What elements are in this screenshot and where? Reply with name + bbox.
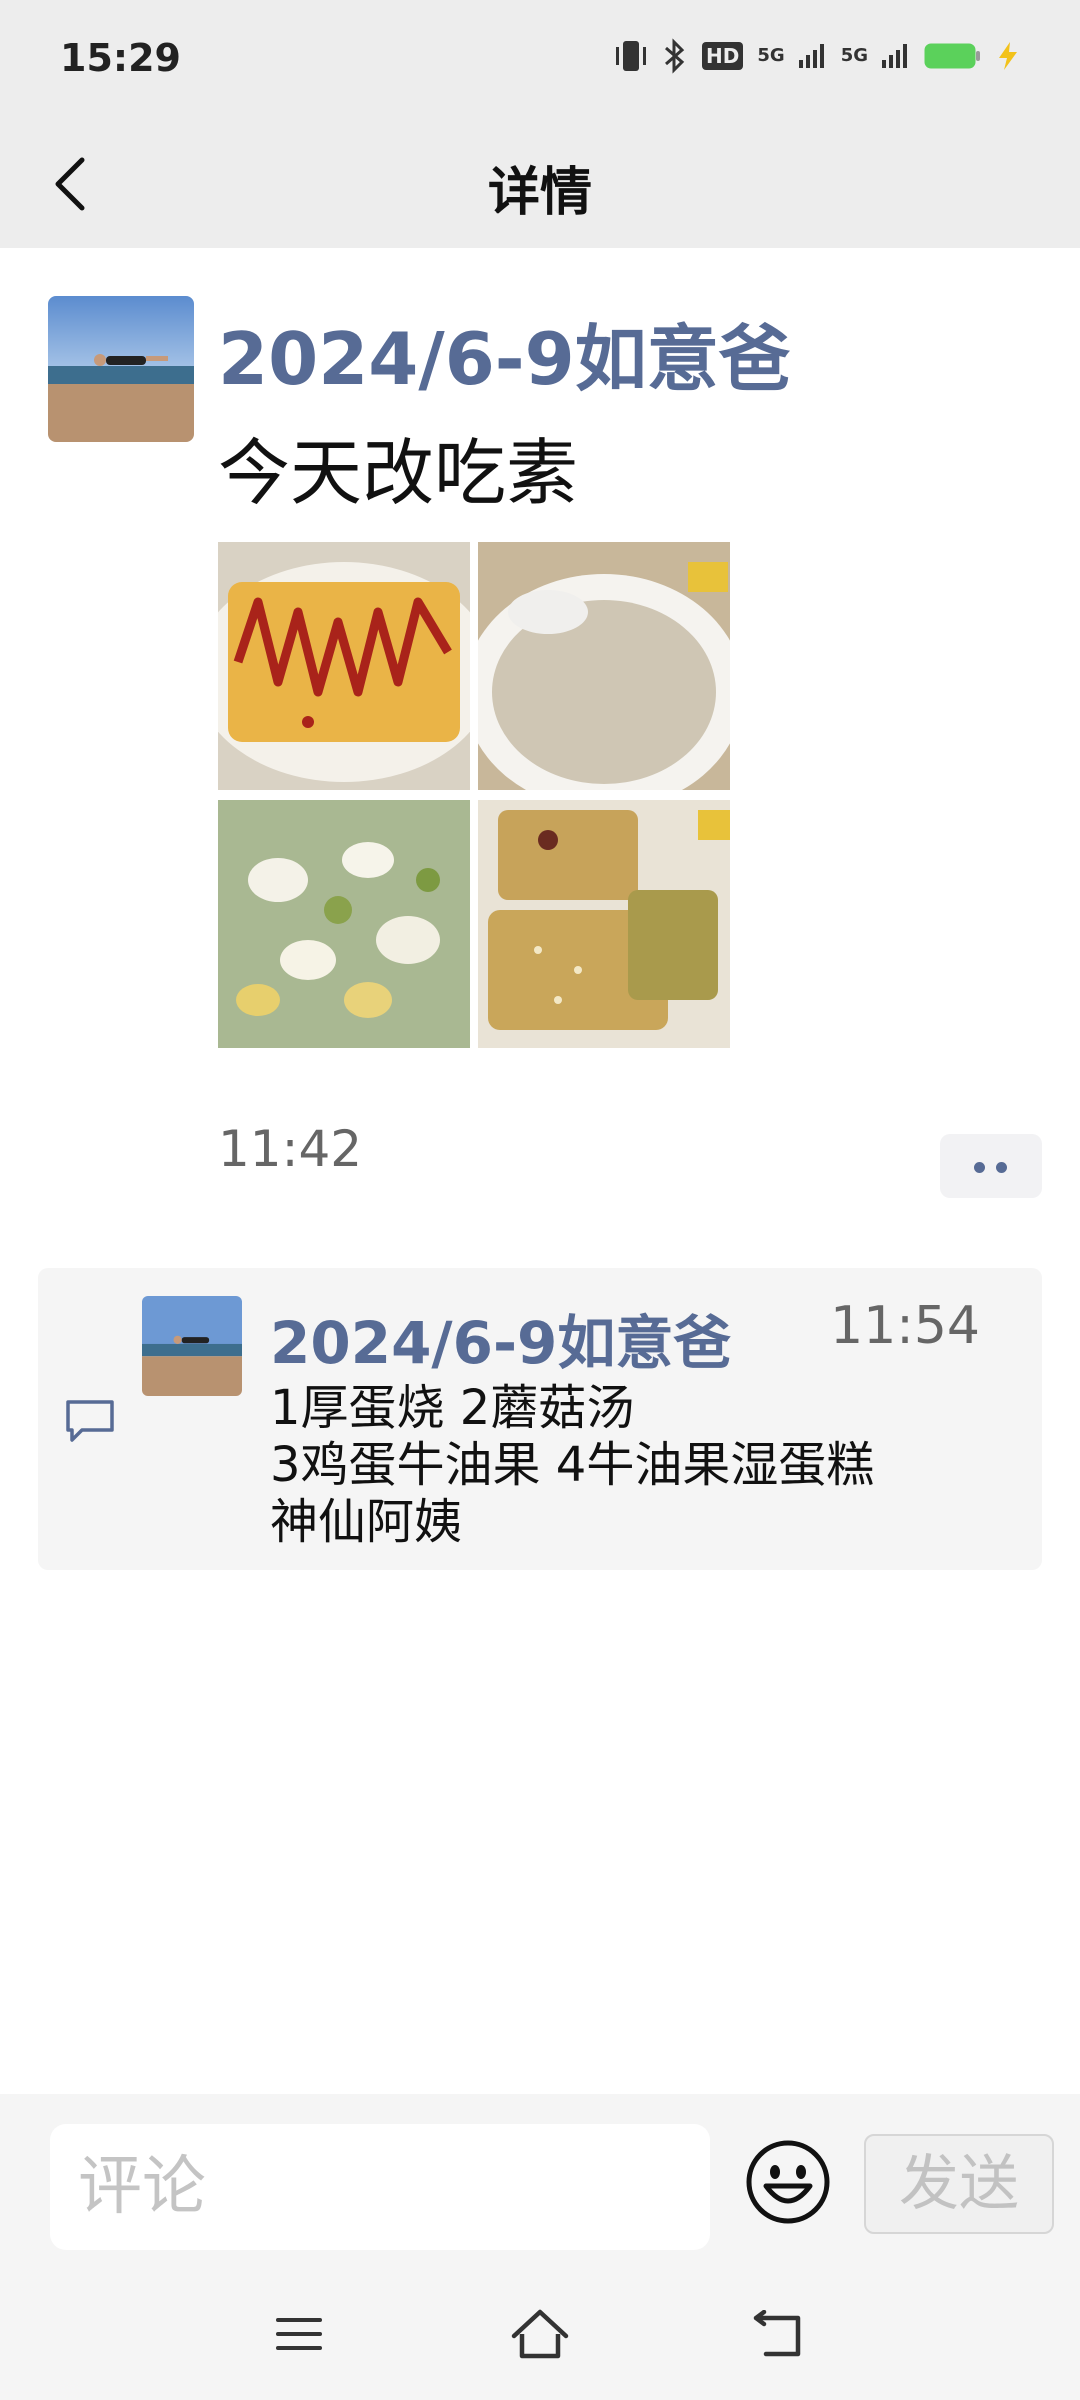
comment-text: 1厚蛋烧 2蘑菇汤 3鸡蛋牛油果 4牛油果湿蛋糕 神仙阿姨 <box>270 1380 875 1550</box>
battery-icon <box>924 43 980 69</box>
more-actions-button[interactable] <box>940 1134 1042 1198</box>
comment-box: 2024/6-9如意爸 11:54 1厚蛋烧 2蘑菇汤 3鸡蛋牛油果 4牛油果湿… <box>38 1268 1042 1570</box>
page-title: 详情 <box>487 163 592 223</box>
title-bar: 详情 <box>0 120 1080 248</box>
home-icon[interactable] <box>508 2306 572 2362</box>
signal-icon <box>798 44 824 68</box>
post-author-name[interactable]: 2024/6-9如意爸 <box>218 300 791 405</box>
comment-avatar[interactable] <box>142 1296 242 1396</box>
menu-icon[interactable] <box>276 2314 322 2354</box>
signal-5g-label: 5G <box>757 45 785 66</box>
bluetooth-icon <box>665 38 685 74</box>
post-text: 今天改吃素 <box>218 431 579 515</box>
comment-icon <box>66 1400 114 1442</box>
emoji-icon[interactable] <box>744 2138 832 2226</box>
return-icon[interactable] <box>752 2310 806 2360</box>
send-button[interactable]: 发送 <box>864 2134 1054 2234</box>
status-time: 15:29 <box>60 36 181 80</box>
avatar[interactable] <box>48 296 194 442</box>
photo-grid <box>218 542 730 1048</box>
status-bar: 15:29 HD 5G 5G <box>0 0 1080 120</box>
photo-omelette-roll[interactable] <box>218 542 470 790</box>
photo-egg-avocado-salad[interactable] <box>218 800 470 1048</box>
photo-mushroom-soup[interactable] <box>478 542 730 790</box>
signal-5g-label-2: 5G <box>840 45 868 66</box>
photo-avocado-cake[interactable] <box>478 800 730 1048</box>
charging-icon <box>999 42 1017 70</box>
status-icons: HD 5G 5G <box>614 38 1020 74</box>
post-time: 11:42 <box>218 1120 363 1178</box>
comment-author-name[interactable]: 2024/6-9如意爸 <box>270 1296 731 1380</box>
signal-icon-2 <box>882 44 907 68</box>
vibrate-icon <box>616 41 647 71</box>
comment-time: 11:54 <box>830 1296 980 1356</box>
comment-input[interactable] <box>50 2124 710 2250</box>
hd-badge: HD <box>702 42 744 70</box>
